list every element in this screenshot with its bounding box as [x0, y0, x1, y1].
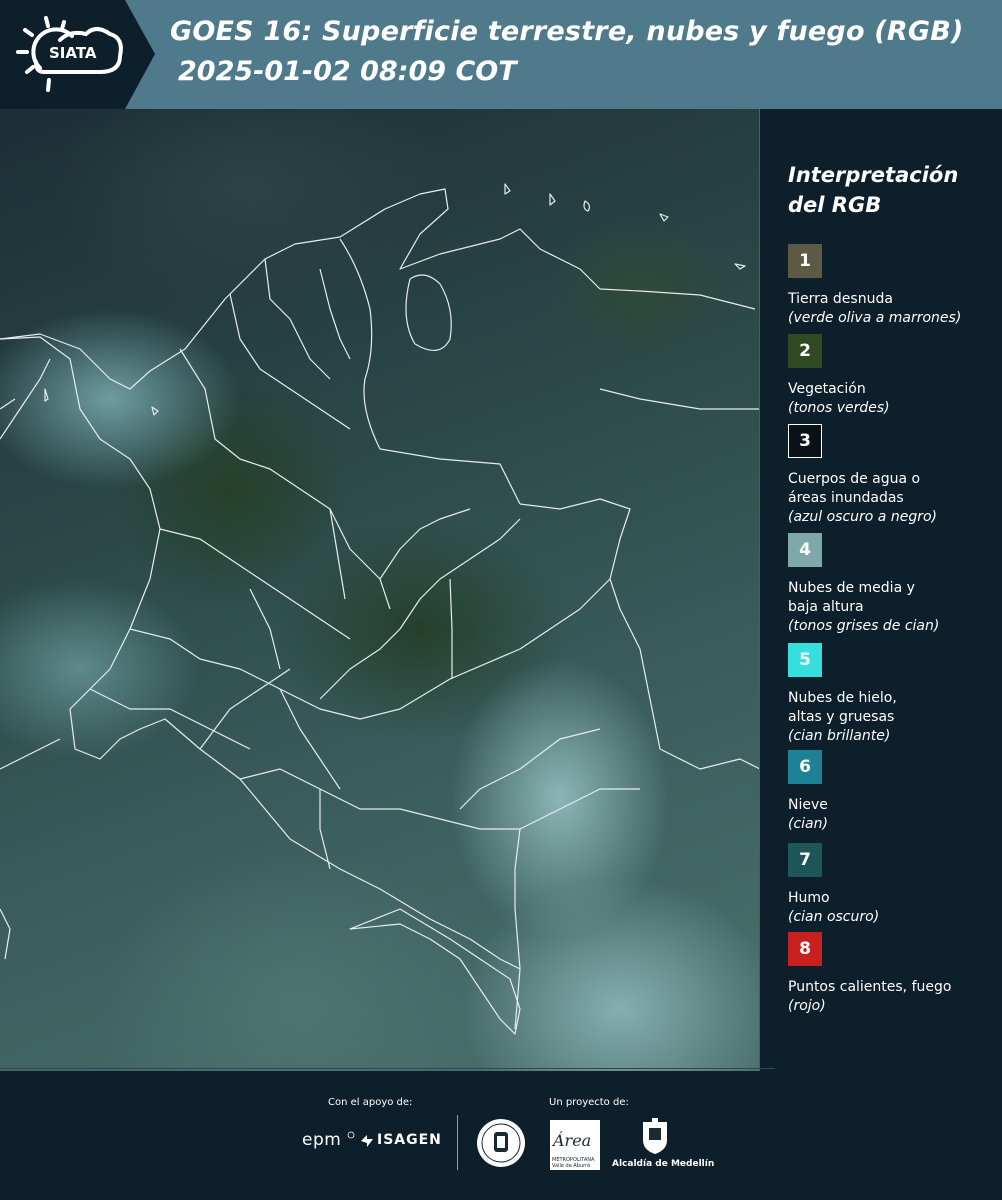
legend-title-line2: del RGB [788, 193, 882, 217]
alcaldia-shield-icon [643, 1118, 667, 1154]
legend-title-line1: Interpretación [788, 163, 959, 187]
legend-item-water: 3 Cuerpos de agua o áreas inundadas (azu… [788, 424, 998, 527]
legend-label: Humo [788, 890, 830, 906]
legend-note: (rojo) [788, 998, 826, 1014]
support-label: Con el apoyo de: [328, 1097, 413, 1108]
legend-number: 1 [799, 251, 811, 271]
legend-label: Nubes de media y baja altura [788, 580, 915, 615]
legend-item-snow: 6 Nieve (cian) [788, 750, 998, 834]
legend-number: 3 [799, 431, 811, 451]
legend-swatch: 7 [788, 843, 822, 877]
page-title: GOES 16: Superficie terrestre, nubes y f… [170, 16, 964, 47]
legend-item-vegetation: 2 Vegetación (tonos verdes) [788, 334, 998, 418]
satellite-image [0, 109, 760, 1071]
legend-label: Tierra desnuda [788, 291, 893, 307]
country-borders [0, 183, 760, 1035]
legend-label: Cuerpos de agua o áreas inundadas [788, 471, 921, 506]
isagen-logo: ISAGEN [377, 1132, 442, 1148]
legend-note: (verde oliva a marrones) [788, 310, 962, 326]
isagen-icon [361, 1135, 373, 1147]
siata-logo-text: SIATA [49, 44, 97, 62]
footer-divider [0, 1068, 775, 1069]
area-metropolitana-subtext: METROPOLITANA Valle de Aburrá [552, 1157, 595, 1169]
legend-note: (cian brillante) [788, 728, 891, 744]
legend-item-low-clouds: 4 Nubes de media y baja altura (tonos gr… [788, 533, 998, 636]
legend-item-ice-clouds: 5 Nubes de hielo, altas y gruesas (cian … [788, 643, 998, 746]
alcaldia-text: Alcaldía de Medellín [612, 1159, 715, 1169]
legend-item-fire: 8 Puntos calientes, fuego (rojo) [788, 932, 998, 1016]
registered-icon [347, 1131, 355, 1139]
legend-number: 8 [799, 939, 811, 959]
legend-swatch: 6 [788, 750, 822, 784]
legend-swatch: 1 [788, 244, 822, 278]
legend-note: (cian oscuro) [788, 909, 880, 925]
header-bar: SIATA GOES 16: Superficie terrestre, nub… [0, 0, 1002, 109]
timestamp: 2025-01-02 08:09 COT [178, 56, 517, 87]
map-divider [759, 109, 760, 1071]
legend-label: Nubes de hielo, altas y gruesas [788, 690, 897, 725]
legend-number: 7 [799, 850, 811, 870]
siata-logo: SIATA [0, 0, 155, 109]
legend-swatch: 2 [788, 334, 822, 368]
legend-swatch: 8 [788, 932, 822, 966]
legend-number: 2 [799, 341, 811, 361]
legend-label: Nieve [788, 797, 828, 813]
legend-swatch: 5 [788, 643, 822, 677]
legend-item-smoke: 7 Humo (cian oscuro) [788, 843, 998, 927]
legend-number: 4 [799, 540, 811, 560]
university-seal-icon [477, 1119, 525, 1167]
legend-item-bare-land: 1 Tierra desnuda (verde oliva a marrones… [788, 244, 998, 328]
legend-swatch: 4 [788, 533, 822, 567]
legend-note: (cian) [788, 816, 828, 832]
legend-number: 6 [799, 757, 811, 777]
logos-divider [457, 1115, 458, 1170]
legend-title: Interpretación del RGB [788, 160, 988, 220]
legend-note: (azul oscuro a negro) [788, 509, 937, 525]
legend-label: Puntos calientes, fuego [788, 979, 952, 995]
area-metropolitana-text: Área [553, 1131, 592, 1150]
project-label: Un proyecto de: [549, 1097, 629, 1108]
legend-label: Vegetación [788, 381, 866, 397]
epm-logo: epm [302, 1130, 342, 1150]
legend-note: (tonos grises de cian) [788, 618, 940, 634]
legend-note: (tonos verdes) [788, 400, 890, 416]
legend-swatch: 3 [788, 424, 822, 458]
legend-number: 5 [799, 650, 811, 670]
